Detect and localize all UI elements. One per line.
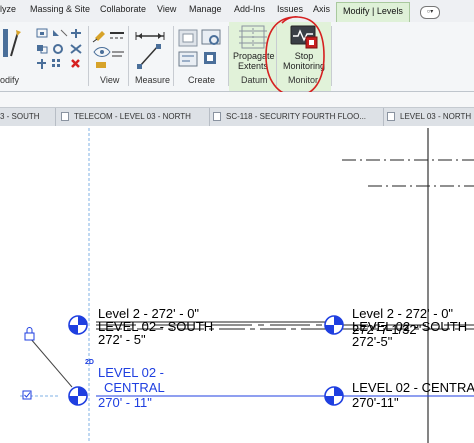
level02-central-elevation-right: 270'-11" [352, 395, 399, 410]
level02-south-elevation-left: 272' - 5" [98, 332, 146, 347]
level02-south-elevation-right-b: 272'-5" [352, 334, 393, 349]
hide-bubble-checkbox[interactable] [22, 390, 32, 400]
level-head-south-right[interactable] [324, 315, 344, 335]
level02-central-elevation[interactable]: 270' - 11" [98, 396, 152, 409]
level-head-south-left[interactable] [68, 315, 88, 335]
2d-extents-badge[interactable]: 2D [85, 359, 94, 366]
level-head-central-right[interactable] [324, 386, 344, 406]
level02-central-label-right: LEVEL 02 - CENTRAL [352, 380, 474, 395]
lock-icon[interactable] [24, 327, 35, 341]
level-head-central-left[interactable] [68, 386, 88, 406]
drawing-linework [20, 128, 474, 443]
level02-central-label-line2[interactable]: CENTRAL [104, 381, 165, 394]
elbow-leader [29, 337, 73, 388]
level02-central-label-line1[interactable]: LEVEL 02 - [98, 366, 164, 379]
